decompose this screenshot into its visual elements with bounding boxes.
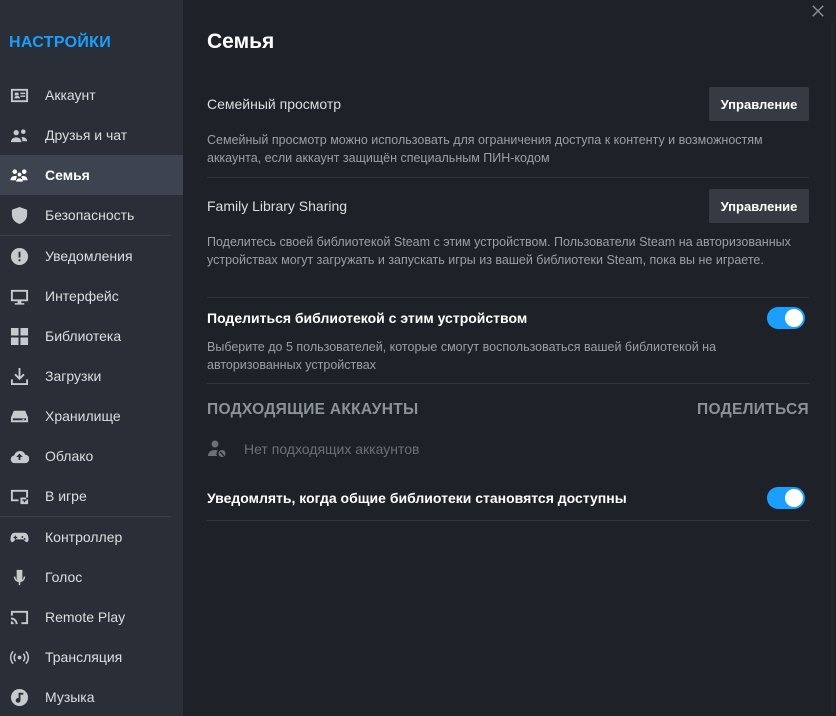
sidebar-item-cloud[interactable]: Облако [0,436,183,476]
main-panel: Семья Семейный просмотр Управление Семей… [183,0,836,716]
gamepad-icon [9,527,29,547]
family-view-label: Семейный просмотр [207,96,342,112]
download-icon [9,366,29,386]
toggle-knob [785,309,803,327]
empty-accounts-text: Нет подходящих аккаунтов [244,441,420,457]
sidebar-title: НАСТРОЙКИ [9,34,112,51]
empty-accounts-row: Нет подходящих аккаунтов [207,439,809,459]
page-title: Семья [207,30,275,53]
divider [207,520,809,521]
sidebar-item-storage[interactable]: Хранилище [0,396,183,436]
sidebar-item-security[interactable]: Безопасность [0,195,183,235]
accounts-header: ПОДХОДЯЩИЕ АККАУНТЫ ПОДЕЛИТЬСЯ [207,401,809,421]
monitor-icon [9,286,29,306]
divider [207,177,809,178]
sidebar-item-account[interactable]: Аккаунт [0,75,183,115]
sidebar-item-label: Друзья и чат [45,127,128,143]
sidebar-item-music[interactable]: Музыка [0,677,183,716]
sidebar-item-label: Облако [45,448,94,464]
sidebar-item-label: Семья [45,167,90,183]
sidebar-item-label: Голос [45,569,83,585]
library-sharing-description: Поделитесь своей библиотекой Steam с эти… [207,235,791,267]
sidebar-item-remote-play[interactable]: Remote Play [0,597,183,637]
notify-toggle[interactable] [767,487,805,509]
music-icon [9,687,29,707]
grid-icon [9,326,29,346]
sidebar-item-label: Библиотека [45,328,122,344]
sidebar-item-label: Безопасность [45,207,135,223]
sidebar-item-label: Аккаунт [45,87,96,103]
sidebar-item-label: Трансляция [45,649,123,665]
divider [207,383,809,384]
friends-icon [9,125,29,145]
sidebar-item-label: Уведомления [45,248,133,264]
library-sharing-label: Family Library Sharing [207,198,348,214]
cloud-icon [9,446,29,466]
sidebar-item-downloads[interactable]: Загрузки [0,356,183,396]
storage-icon [9,406,29,426]
sidebar-item-label: Контроллер [45,529,123,545]
shield-icon [9,205,29,225]
sidebar-item-label: В игре [45,488,87,504]
sidebar: НАСТРОЙКИ Аккаунт Друзья и чат Семья Без… [0,0,183,716]
sidebar-nav: Аккаунт Друзья и чат Семья Безопасность … [0,75,183,716]
sidebar-item-family[interactable]: Семья [0,155,183,195]
eligible-accounts-heading: ПОДХОДЯЩИЕ АККАУНТЫ [207,401,419,418]
close-icon [812,5,824,17]
share-library-label: Поделиться библиотекой с этим устройство… [207,310,528,326]
notify-label: Уведомлять, когда общие библиотеки стано… [207,490,627,506]
alert-icon [9,246,29,266]
microphone-icon [9,567,29,587]
share-library-description: Выберите до 5 пользователей, которые смо… [207,340,717,372]
sidebar-item-notifications[interactable]: Уведомления [0,236,183,276]
sidebar-item-voice[interactable]: Голос [0,557,183,597]
ingame-icon [9,486,29,506]
close-button[interactable] [810,4,826,20]
broadcast-icon [9,647,29,667]
library-sharing-manage-button[interactable]: Управление [709,189,809,223]
share-library-toggle[interactable] [767,307,805,329]
toggle-knob [785,489,803,507]
sidebar-item-controller[interactable]: Контроллер [0,517,183,557]
cast-icon [9,607,29,627]
sidebar-item-broadcast[interactable]: Трансляция [0,637,183,677]
sidebar-item-library[interactable]: Библиотека [0,316,183,356]
no-user-icon [208,440,226,457]
sidebar-item-label: Интерфейс [45,288,119,304]
family-view-row: Семейный просмотр Управление [207,86,809,122]
sidebar-item-label: Remote Play [45,609,126,625]
sidebar-item-label: Загрузки [45,368,102,384]
sidebar-item-friends[interactable]: Друзья и чат [0,115,183,155]
family-view-manage-button[interactable]: Управление [709,87,809,121]
sidebar-item-label: Музыка [45,689,95,705]
settings-window: НАСТРОЙКИ Аккаунт Друзья и чат Семья Без… [0,0,836,716]
family-icon [9,165,29,185]
share-heading: ПОДЕЛИТЬСЯ [697,401,809,418]
sidebar-item-ingame[interactable]: В игре [0,476,183,516]
sidebar-item-interface[interactable]: Интерфейс [0,276,183,316]
share-library-row: Поделиться библиотекой с этим устройство… [207,306,809,332]
divider [207,297,809,298]
notify-row: Уведомлять, когда общие библиотеки стано… [207,486,809,512]
scrollbar[interactable] [831,22,834,712]
library-sharing-row: Family Library Sharing Управление [207,188,809,224]
sidebar-item-label: Хранилище [45,408,121,424]
family-view-description: Семейный просмотр можно использовать для… [207,133,763,165]
account-card-icon [9,85,29,105]
